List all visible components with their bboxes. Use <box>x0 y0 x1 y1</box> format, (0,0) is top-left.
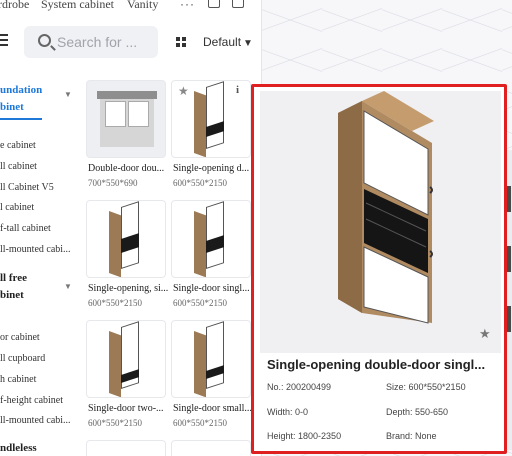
category-foundation-cabinet[interactable]: undation binet <box>0 82 72 120</box>
sort-label: Default <box>203 35 242 49</box>
category-list: undation binet ▼ e cabinet ll cabinet ll… <box>0 74 80 456</box>
sidebar-item[interactable]: ll cabinet <box>0 161 37 172</box>
product-name: Single-opening, si... <box>88 283 169 294</box>
tall-cabinet-image <box>194 321 230 397</box>
tall-cabinet-illustration <box>338 91 434 324</box>
search-input[interactable] <box>57 33 153 51</box>
search-icon <box>38 34 51 47</box>
product-card[interactable]: Single-door singl... 600*550*2150 <box>171 200 251 318</box>
list-icon[interactable] <box>0 34 10 46</box>
star-icon[interactable]: ★ <box>479 326 491 342</box>
product-number: No.: 200200499 <box>267 382 332 392</box>
sidebar-item[interactable]: ll cupboard <box>0 353 45 364</box>
product-card[interactable]: Single-door small... 600*550*2150 <box>171 320 252 438</box>
product-name: Single-door singl... <box>173 283 250 294</box>
tab-vanity[interactable]: Vanity <box>127 0 158 12</box>
product-thumbnail <box>86 80 166 158</box>
product-thumbnail <box>86 200 166 278</box>
product-height: Height: 1800-2350 <box>267 431 342 441</box>
product-preview-image <box>260 91 501 353</box>
sort-dropdown[interactable]: Default ▼ <box>203 35 253 49</box>
product-detail-popup: ★ Single-opening double-door singl... No… <box>251 84 507 454</box>
tall-cabinet-image <box>109 201 145 277</box>
product-dims: 600*550*2150 <box>173 178 227 188</box>
sidebar-item[interactable]: ll-mounted cabi... <box>0 244 71 255</box>
chevron-down-icon[interactable]: ▼ <box>64 90 72 99</box>
catalog-toolbar: Default▼ <box>0 26 261 60</box>
sidebar-item[interactable]: h cabinet <box>0 374 36 385</box>
category-handleless[interactable]: ndleless <box>0 440 72 456</box>
product-dims: 600*550*2150 <box>173 418 227 428</box>
sidebar-item[interactable]: ll Cabinet V5 <box>0 182 54 193</box>
product-dims: 700*550*690 <box>88 178 138 188</box>
product-name: Single-opening d... <box>173 163 250 174</box>
active-underline <box>0 118 42 120</box>
sidebar-item[interactable]: l cabinet <box>0 202 34 213</box>
product-card[interactable]: ★ i Single-opening d... 600*550*2150 <box>171 80 251 198</box>
search-box[interactable] <box>24 26 158 58</box>
grid-view-icon[interactable] <box>176 37 186 47</box>
product-depth: Depth: 550-650 <box>386 407 449 417</box>
product-name: Double-door dou... <box>88 163 165 174</box>
sidebar-item[interactable]: or cabinet <box>0 332 40 343</box>
product-name: Single-door two-... <box>88 403 164 414</box>
product-thumbnail <box>171 200 251 278</box>
product-name: Single-door small... <box>173 403 252 414</box>
product-dims: 600*550*2150 <box>173 298 227 308</box>
product-card[interactable]: Single-opening, si... 600*550*2150 <box>86 200 168 318</box>
product-thumbnail[interactable] <box>171 440 251 456</box>
caret-down-icon: ▼ <box>243 38 253 49</box>
product-thumbnail <box>86 320 166 398</box>
product-title: Single-opening double-door singl... <box>267 357 486 372</box>
more-tabs-button[interactable]: ··· <box>180 0 195 11</box>
product-dims: 600*550*2150 <box>88 298 142 308</box>
tall-cabinet-image <box>109 321 145 397</box>
product-brand: Brand: None <box>386 431 437 441</box>
product-thumbnail: ★ i <box>171 80 251 158</box>
product-card[interactable]: Double-door dou... 700*550*690 <box>86 80 166 198</box>
sidebar-item[interactable]: f-height cabinet <box>0 395 63 406</box>
product-dims: 600*550*2150 <box>88 418 142 428</box>
tab-system-cabinet[interactable]: System cabinet <box>41 0 114 12</box>
chevron-down-icon[interactable]: ▼ <box>64 282 72 291</box>
base-cabinet-image <box>97 91 157 151</box>
sidebar-item[interactable]: f-tall cabinet <box>0 223 51 234</box>
star-icon[interactable]: ★ <box>178 84 189 98</box>
catalog-panel: rdrobe System cabinet Vanity ··· Default… <box>0 0 262 456</box>
tall-cabinet-image <box>194 201 230 277</box>
product-card[interactable]: Single-door two-... 600*550*2150 <box>86 320 166 438</box>
folder-icon[interactable] <box>232 0 244 8</box>
product-thumbnail <box>171 320 251 398</box>
info-icon[interactable]: i <box>236 84 239 96</box>
category-tabs: rdrobe System cabinet Vanity ··· <box>0 0 261 14</box>
sidebar-item[interactable]: e cabinet <box>0 140 36 151</box>
product-width: Width: 0-0 <box>267 407 309 417</box>
download-icon[interactable] <box>208 0 220 8</box>
product-thumbnail[interactable] <box>86 440 166 456</box>
sidebar-item[interactable]: ll-mounted cabi... <box>0 415 71 426</box>
product-size: Size: 600*550*2150 <box>386 382 466 392</box>
tall-cabinet-image <box>194 81 230 157</box>
tab-wardrobe[interactable]: rdrobe <box>0 0 29 12</box>
category-wall-free-cabinet[interactable]: ll free binet <box>0 270 72 304</box>
